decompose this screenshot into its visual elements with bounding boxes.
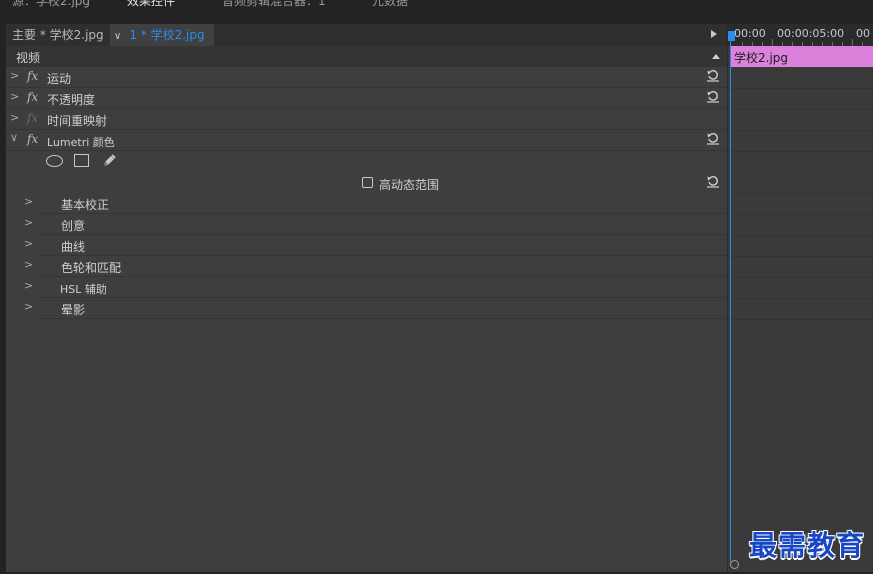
- subsection-label: 基本校正: [61, 198, 110, 212]
- playhead-line[interactable]: [730, 40, 731, 562]
- mask-tools: [6, 151, 728, 173]
- hdr-label: 高动态范围: [379, 178, 440, 192]
- panel-divider[interactable]: [727, 24, 728, 572]
- timeline-row-divider: [731, 298, 873, 299]
- effect-label: 运动: [47, 72, 72, 86]
- time-label: 00:00:05:00: [777, 27, 845, 40]
- reset-icon[interactable]: [706, 131, 720, 145]
- timeline-row-divider: [731, 88, 873, 89]
- hdr-checkbox[interactable]: [362, 177, 373, 188]
- tab-audio-mixer[interactable]: 音频剪辑混合器：1: [222, 0, 326, 9]
- timeline-row-divider: [731, 193, 873, 194]
- chevron-right-icon[interactable]: >: [24, 237, 33, 250]
- ellipse-mask-icon[interactable]: [46, 155, 63, 167]
- timeline-row-divider: [731, 277, 873, 278]
- tab-source[interactable]: 源：学校2.jpg: [12, 0, 90, 9]
- timeline-row-divider: [731, 151, 873, 152]
- sequence-clip-label: 1 * 学校2.jpg: [129, 28, 205, 42]
- timeline-row-divider: [731, 130, 873, 131]
- chevron-right-icon[interactable]: >: [24, 258, 33, 271]
- effect-row-motion[interactable]: > fx 运动: [6, 67, 728, 88]
- subsection-label: 晕影: [61, 303, 86, 317]
- effect-label: 时间重映射: [47, 114, 108, 128]
- chevron-right-icon[interactable]: >: [24, 195, 33, 208]
- time-label: 00: [856, 27, 870, 40]
- chevron-down-icon: ∨: [114, 31, 122, 42]
- chevron-right-icon[interactable]: >: [24, 279, 33, 292]
- timeline-row-divider: [731, 319, 873, 320]
- fx-toggle-icon: fx: [27, 111, 39, 125]
- timeline-row-divider: [731, 256, 873, 257]
- fx-toggle-icon[interactable]: fx: [27, 90, 38, 104]
- subsection-creative[interactable]: > 创意: [24, 214, 728, 235]
- top-tab-strip: 源：学校2.jpg 效果控件 音频剪辑混合器：1 元数据: [0, 0, 873, 10]
- clip-bar[interactable]: 学校2.jpg: [731, 46, 873, 67]
- chevron-down-icon[interactable]: ∨: [10, 131, 18, 144]
- timeline-row-divider: [731, 109, 873, 110]
- fx-toggle-icon[interactable]: fx: [27, 69, 38, 83]
- tab-effect-controls[interactable]: 效果控件: [127, 0, 175, 10]
- subsection-hsl[interactable]: > HSL 辅助: [24, 277, 728, 298]
- time-label: 00:00: [734, 27, 766, 40]
- effect-row-opacity[interactable]: > fx 不透明度: [6, 88, 728, 109]
- subsection-label: 色轮和匹配: [61, 261, 122, 275]
- timeline-row-divider: [731, 235, 873, 236]
- effect-row-lumetri[interactable]: ∨ fx Lumetri 颜色: [6, 130, 728, 151]
- video-section-title: 视频: [16, 51, 41, 65]
- effect-label: 不透明度: [47, 93, 96, 107]
- chevron-right-icon[interactable]: >: [24, 300, 33, 313]
- chevron-right-icon[interactable]: >: [24, 216, 33, 229]
- chevron-right-icon[interactable]: >: [10, 69, 19, 82]
- play-triangle-icon[interactable]: [711, 30, 717, 38]
- effect-label: Lumetri 颜色: [47, 136, 115, 149]
- chevron-right-icon[interactable]: >: [10, 90, 19, 103]
- tab-metadata[interactable]: 元数据: [372, 0, 408, 9]
- hdr-row: 高动态范围: [6, 173, 728, 193]
- watermark: 最需教育: [749, 529, 866, 562]
- subsection-color-wheels[interactable]: > 色轮和匹配: [24, 256, 728, 277]
- subsection-curves[interactable]: > 曲线: [24, 235, 728, 256]
- zoom-scroll-handle[interactable]: [730, 560, 739, 569]
- rectangle-mask-icon[interactable]: [74, 154, 89, 167]
- video-section-header: 视频: [6, 46, 728, 67]
- reset-icon[interactable]: [706, 68, 720, 82]
- chevron-right-icon[interactable]: >: [10, 111, 19, 124]
- pen-mask-icon[interactable]: [100, 152, 118, 170]
- subsection-vignette[interactable]: > 晕影: [24, 298, 728, 319]
- effect-row-time-remap[interactable]: > fx 时间重映射: [6, 109, 728, 130]
- time-ruler[interactable]: 00:00 00:00:05:00 00: [728, 24, 873, 46]
- subsection-basic[interactable]: > 基本校正: [24, 193, 728, 214]
- timeline-row-divider: [731, 214, 873, 215]
- fx-toggle-icon[interactable]: fx: [27, 132, 38, 146]
- reset-icon[interactable]: [706, 174, 720, 188]
- subsection-label: 创意: [61, 219, 86, 233]
- reset-icon[interactable]: [706, 89, 720, 103]
- collapse-up-icon[interactable]: [712, 54, 720, 59]
- clip-name: 学校2.jpg: [734, 51, 789, 65]
- sequence-clip-tab[interactable]: ∨ 1 * 学校2.jpg: [110, 24, 214, 46]
- subsection-label: HSL 辅助: [60, 283, 107, 296]
- master-clip-tab[interactable]: 主要 * 学校2.jpg: [12, 24, 104, 46]
- subsection-label: 曲线: [61, 240, 86, 254]
